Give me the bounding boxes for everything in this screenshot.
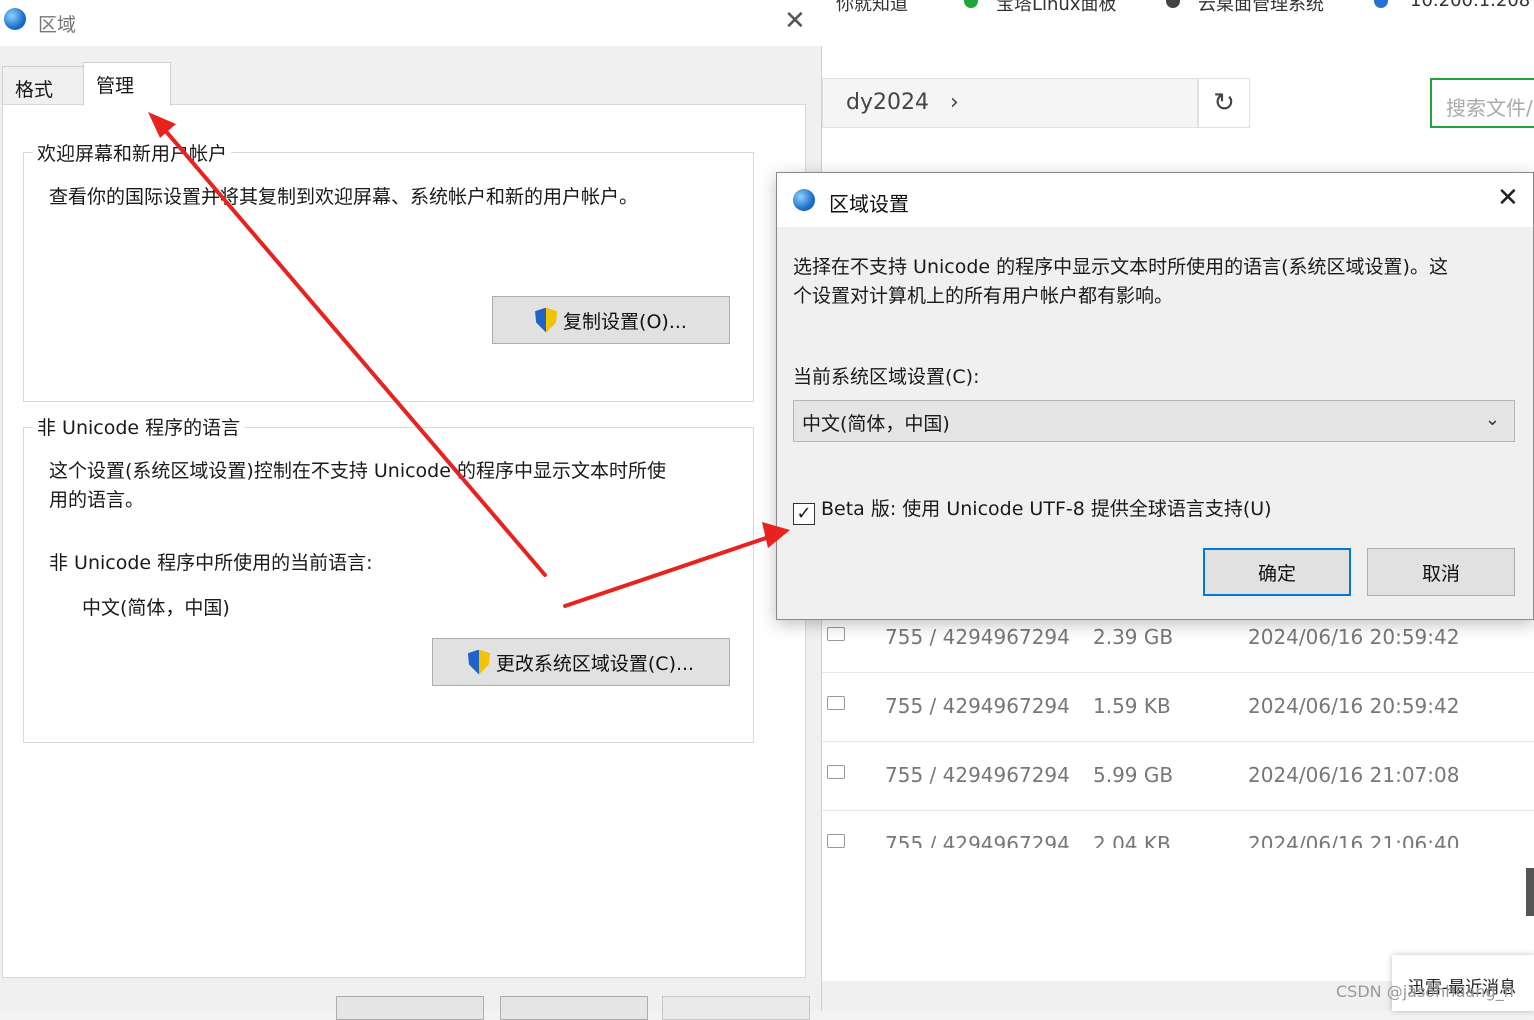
system-locale-select[interactable]: 中文(简体，中国) ⌄ [793, 400, 1515, 442]
current-language-value: 中文(简体，中国) [82, 597, 230, 619]
row-modified-time: 2024/06/16 20:59:42 [1248, 694, 1460, 718]
region-dialog: 区域 ✕ 格式 管理 欢迎屏幕和新用户帐户 查看你的国际设置并将其复制到欢迎屏幕… [0, 0, 822, 1020]
chevron-right-icon: › [949, 90, 959, 115]
file-search-input[interactable]: 搜索文件/ [1430, 78, 1534, 128]
path-folder-label[interactable]: dy2024 [846, 90, 929, 115]
region-settings-dialog: 区域设置 ✕ 选择在不支持 Unicode 的程序中显示文本时所使用的语言(系统… [776, 172, 1534, 620]
copy-settings-button[interactable]: 复制设置(O)... [492, 296, 730, 344]
table-row[interactable]: 755 / 4294967294 5.99 GB 2024/06/16 21:0… [822, 741, 1534, 811]
welcome-group-legend: 欢迎屏幕和新用户帐户 [33, 139, 232, 166]
bookmark-2[interactable]: 宝塔Linux面板 [996, 0, 1117, 14]
row-modified-time: 2024/06/16 20:59:42 [1248, 625, 1460, 649]
uac-shield-icon [535, 307, 558, 333]
change-system-locale-label: 更改系统区域设置(C)... [495, 652, 695, 675]
system-locale-value: 中文(简体，中国) [802, 413, 950, 435]
row-modified-time: 2024/06/16 21:07:08 [1248, 763, 1460, 787]
close-button[interactable]: ✕ [784, 6, 806, 36]
cancel-button[interactable]: 取消 [1367, 548, 1515, 596]
folder-icon [827, 834, 845, 848]
row-size: 1.59 KB [1093, 694, 1171, 718]
non-unicode-group-legend: 非 Unicode 程序的语言 [33, 413, 245, 440]
current-locale-label: 当前系统区域设置(C): [793, 366, 980, 388]
current-language-label: 非 Unicode 程序中所使用的当前语言: [49, 552, 373, 574]
globe-icon [1374, 0, 1388, 8]
gear-icon [1166, 0, 1180, 8]
bookmark-4[interactable]: 10.200.1.208 [1410, 0, 1530, 11]
beta-utf8-checkbox[interactable]: ✓ [793, 503, 815, 525]
csdn-watermark: CSDN @jasonhuang_h [1336, 982, 1514, 1001]
non-unicode-description-line1: 这个设置(系统区域设置)控制在不支持 Unicode 的程序中显示文本时所使 [49, 460, 666, 482]
row-modified-time: 2024/06/16 21:06:40 [1248, 832, 1460, 849]
scrollbar-thumb[interactable] [1526, 868, 1534, 916]
non-unicode-description-line2: 用的语言。 [49, 489, 145, 511]
tab-administrative[interactable]: 管理 [83, 62, 171, 106]
baota-icon [964, 0, 978, 8]
change-system-locale-button[interactable]: 更改系统区域设置(C)... [432, 638, 730, 686]
beta-utf8-label[interactable]: Beta 版: 使用 Unicode UTF-8 提供全球语言支持(U) [821, 495, 1272, 524]
table-row[interactable]: 755 / 4294967294 2.04 KB 2024/06/16 21:0… [822, 810, 1534, 849]
region-settings-titlebar[interactable]: 区域设置 ✕ [777, 173, 1533, 227]
dialog-bottom-button-2[interactable] [500, 996, 648, 1020]
globe-icon [4, 8, 26, 30]
tab-format[interactable]: 格式 [2, 66, 84, 104]
copy-settings-label: 复制设置(O)... [563, 310, 687, 333]
path-breadcrumb[interactable]: dy2024 › [846, 90, 959, 115]
dialog-bottom-button-1[interactable] [336, 996, 484, 1020]
chevron-down-icon: ⌄ [1484, 409, 1500, 430]
globe-icon [793, 189, 815, 211]
bookmarks-bar: 你就知道 宝塔Linux面板 云桌面管理系统 10.200.1.208 [822, 0, 1534, 14]
dialog-bottom-button-3[interactable] [662, 996, 810, 1020]
row-permission: 755 / 4294967294 [885, 625, 1070, 649]
region-dialog-titlebar[interactable]: 区域 ✕ [0, 0, 822, 46]
ok-button[interactable]: 确定 [1203, 548, 1351, 596]
row-permission: 755 / 4294967294 [885, 694, 1070, 718]
bookmark-1[interactable]: 你就知道 [836, 0, 908, 14]
admin-tab-panel: 欢迎屏幕和新用户帐户 查看你的国际设置并将其复制到欢迎屏幕、系统帐户和新的用户帐… [2, 104, 806, 978]
uac-shield-icon [467, 649, 490, 675]
region-settings-description-line2: 个设置对计算机上的所有用户帐户都有影响。 [793, 285, 1174, 307]
region-settings-title: 区域设置 [829, 192, 909, 216]
table-row[interactable]: 755 / 4294967294 1.59 KB 2024/06/16 20:5… [822, 672, 1534, 742]
refresh-button[interactable]: ↻ [1198, 78, 1250, 128]
row-size: 2.39 GB [1093, 625, 1174, 649]
folder-icon [827, 627, 845, 641]
welcome-group-description: 查看你的国际设置并将其复制到欢迎屏幕、系统帐户和新的用户帐户。 [49, 186, 639, 208]
folder-icon [827, 696, 845, 710]
bookmark-3[interactable]: 云桌面管理系统 [1198, 0, 1324, 14]
row-permission: 755 / 4294967294 [885, 832, 1070, 849]
row-size: 2.04 KB [1093, 832, 1171, 849]
folder-icon [827, 765, 845, 779]
row-permission: 755 / 4294967294 [885, 763, 1070, 787]
close-button[interactable]: ✕ [1497, 183, 1519, 213]
region-dialog-title: 区域 [38, 14, 77, 36]
row-size: 5.99 GB [1093, 763, 1174, 787]
region-settings-description-line1: 选择在不支持 Unicode 的程序中显示文本时所使用的语言(系统区域设置)。这 [793, 256, 1448, 278]
